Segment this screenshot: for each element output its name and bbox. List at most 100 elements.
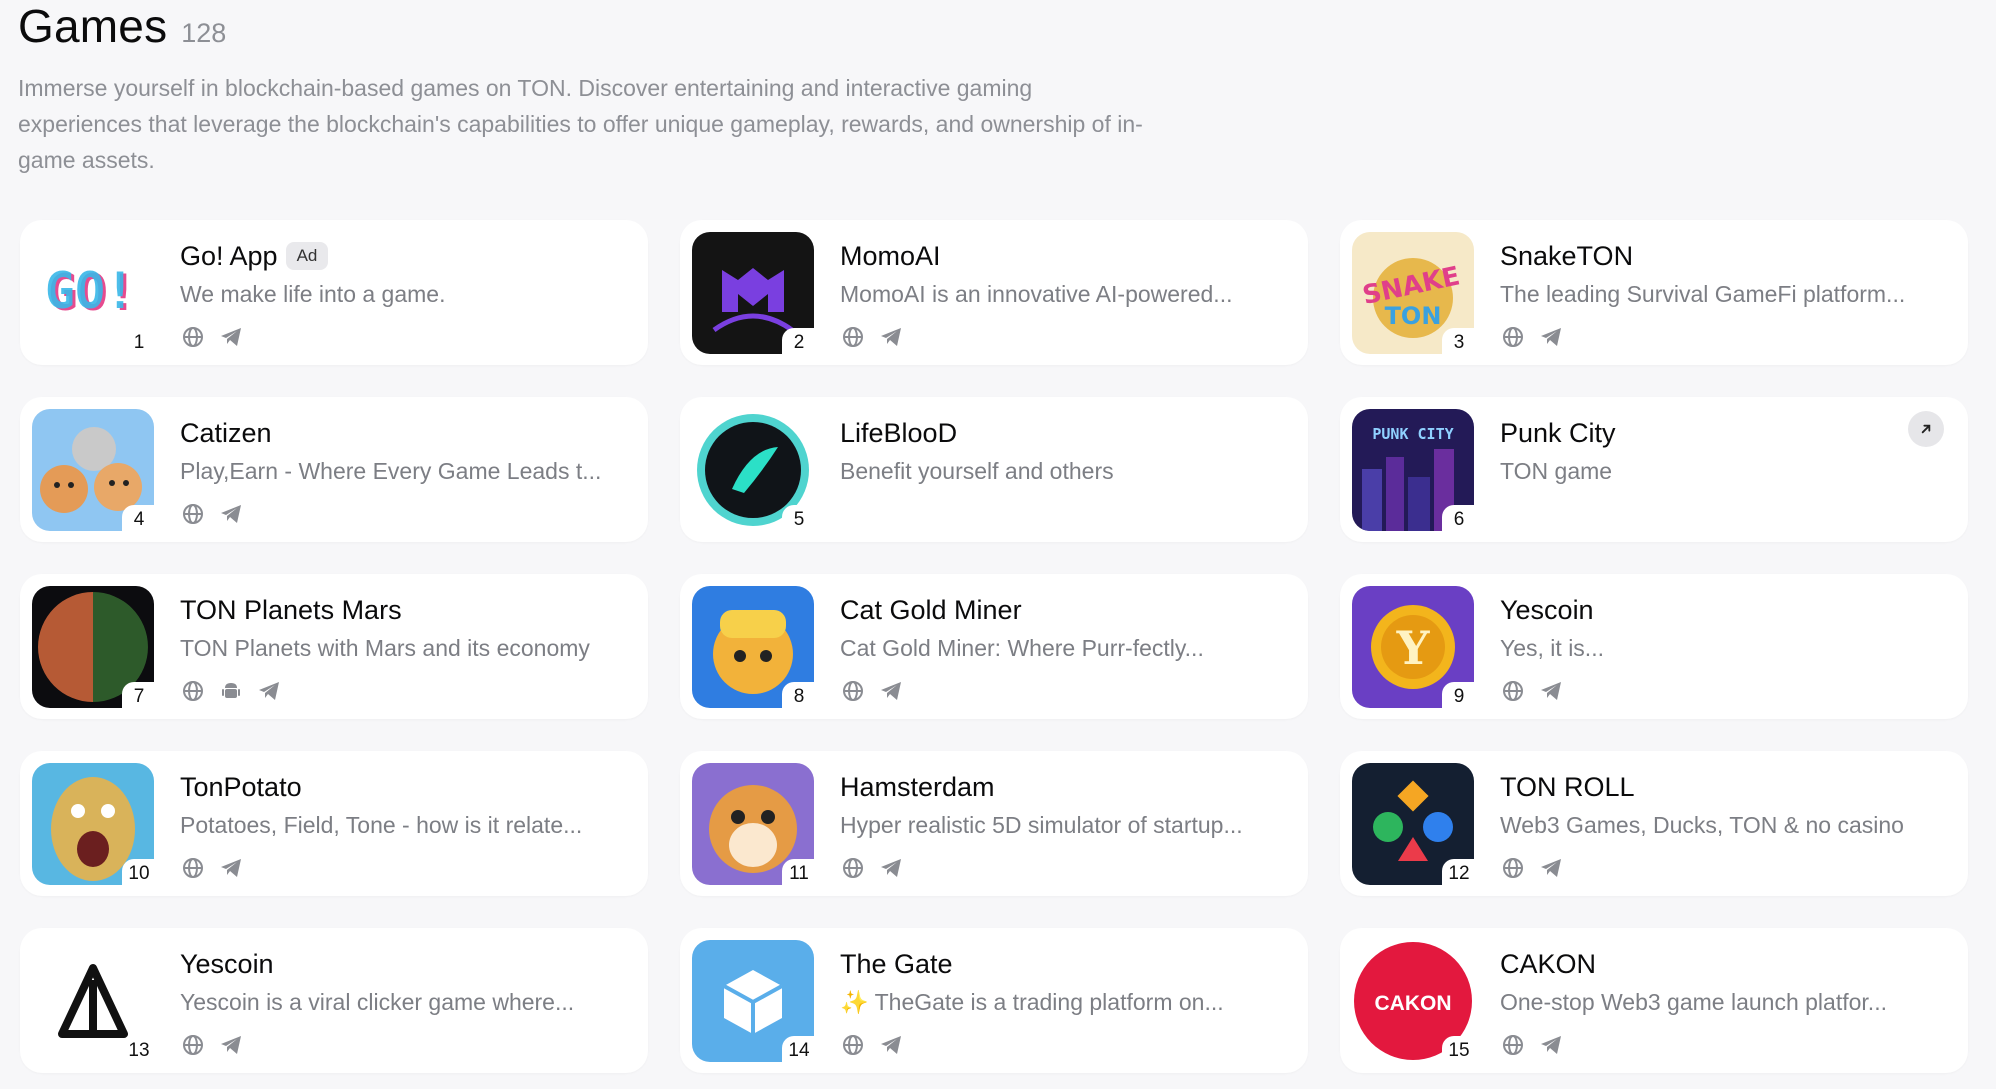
app-card[interactable]: 2 MomoAI MomoAI is an innovative AI-powe… [680,220,1308,365]
app-icon-wrap: Y 9 [1352,586,1476,710]
app-description: We make life into a game. [180,281,446,307]
svg-text:GO!: GO! [45,262,135,320]
app-links [1500,855,1564,881]
rank-badge: 10 [122,859,156,887]
app-name-row: Yescoin [180,944,274,984]
app-icon-wrap: 5 [692,409,816,533]
app-card[interactable]: 8 Cat Gold Miner Cat Gold Miner: Where P… [680,574,1308,719]
app-name: Cat Gold Miner [840,594,1022,625]
app-links [840,678,904,704]
app-links [1500,678,1564,704]
globe-icon[interactable] [840,324,866,350]
app-card[interactable]: 11 Hamsterdam Hyper realistic 5D simulat… [680,751,1308,896]
app-name: SnakeTON [1500,240,1634,271]
android-icon[interactable] [218,678,244,704]
apps-grid: GO! GO! 1 Go! App Ad We make life into a… [20,220,1968,1073]
app-card[interactable]: PUNK CITY 6 Punk City TON game [1340,397,1968,542]
app-links [180,501,244,527]
app-name-row: Cat Gold Miner [840,590,1022,630]
rank-badge: 4 [122,505,156,533]
rank-badge: 2 [782,328,816,356]
app-icon-wrap: SNAKE TON 3 [1352,232,1476,356]
app-card[interactable]: 4 Catizen Play,Earn - Where Every Game L… [20,397,648,542]
games-page: Games 128 Immerse yourself in blockchain… [0,0,1996,1089]
app-links [180,1032,244,1058]
globe-icon[interactable] [180,501,206,527]
app-description: Play,Earn - Where Every Game Leads t... [180,458,602,484]
telegram-icon[interactable] [878,1032,904,1058]
app-name: Yescoin [180,948,274,979]
app-icon-wrap: 4 [32,409,156,533]
app-name: TON Planets Mars [180,594,402,625]
app-card[interactable]: 10 TonPotato Potatoes, Field, Tone - how… [20,751,648,896]
app-card[interactable]: 13 Yescoin Yescoin is a viral clicker ga… [20,928,648,1073]
telegram-icon[interactable] [256,678,282,704]
app-card[interactable]: Y 9 Yescoin Yes, it is... [1340,574,1968,719]
app-links [840,1032,904,1058]
rank-badge: 14 [782,1036,816,1064]
app-card[interactable]: 14 The Gate ✨ TheGate is a trading platf… [680,928,1308,1073]
app-name: Catizen [180,417,272,448]
telegram-icon[interactable] [218,324,244,350]
app-links [180,324,244,350]
globe-icon[interactable] [180,1032,206,1058]
globe-icon[interactable] [1500,324,1526,350]
globe-icon[interactable] [840,1032,866,1058]
app-name-row: TonPotato [180,767,302,807]
telegram-icon[interactable] [1538,1032,1564,1058]
globe-icon[interactable] [1500,1032,1526,1058]
telegram-icon[interactable] [878,324,904,350]
title-row: Games 128 [18,0,1198,52]
telegram-icon[interactable] [878,678,904,704]
globe-icon[interactable] [1500,678,1526,704]
telegram-icon[interactable] [878,855,904,881]
svg-text:PUNK CITY: PUNK CITY [1372,425,1453,443]
rank-badge: 6 [1442,505,1476,533]
app-icon-wrap: 14 [692,940,816,1064]
globe-icon[interactable] [840,678,866,704]
app-card[interactable]: 5 LifeBlooD Benefit yourself and others [680,397,1308,542]
app-icon-wrap: 8 [692,586,816,710]
app-icon-wrap: PUNK CITY 6 [1352,409,1476,533]
telegram-icon[interactable] [218,501,244,527]
page-title: Games [18,0,168,52]
app-name: Hamsterdam [840,771,995,802]
app-icon-wrap: GO! GO! 1 [32,232,156,356]
app-name-row: MomoAI [840,236,941,276]
app-icon-wrap: 12 [1352,763,1476,887]
telegram-icon[interactable] [1538,324,1564,350]
app-icon-wrap: 10 [32,763,156,887]
globe-icon[interactable] [180,855,206,881]
app-icon-wrap: 2 [692,232,816,356]
rank-badge: 11 [782,859,816,887]
telegram-icon[interactable] [1538,855,1564,881]
app-card[interactable]: GO! GO! 1 Go! App Ad We make life into a… [20,220,648,365]
globe-icon[interactable] [1500,855,1526,881]
app-name-row: LifeBlooD [840,413,957,453]
telegram-icon[interactable] [1538,678,1564,704]
app-name: The Gate [840,948,953,979]
app-name: CAKON [1500,948,1597,979]
telegram-icon[interactable] [218,1032,244,1058]
app-description: Benefit yourself and others [840,458,1114,484]
app-card[interactable]: 12 TON ROLL Web3 Games, Ducks, TON & no … [1340,751,1968,896]
app-name-row: Go! App Ad [180,236,329,276]
app-card[interactable]: CAKON 15 CAKON One-stop Web3 game launch… [1340,928,1968,1073]
globe-icon[interactable] [840,855,866,881]
rank-badge: 7 [122,682,156,710]
app-card[interactable]: 7 TON Planets Mars TON Planets with Mars… [20,574,648,719]
app-links [180,855,244,881]
globe-icon[interactable] [180,678,206,704]
globe-icon[interactable] [180,324,206,350]
app-name-row: SnakeTON [1500,236,1633,276]
app-description: Potatoes, Field, Tone - how is it relate… [180,812,583,838]
app-card[interactable]: SNAKE TON 3 SnakeTON The leading Surviva… [1340,220,1968,365]
app-name: LifeBlooD [840,417,958,448]
app-description: Cat Gold Miner: Where Purr-fectly... [840,635,1204,661]
app-name-row: Yescoin [1500,590,1594,630]
external-link-icon[interactable] [1908,411,1944,447]
app-name-row: CAKON [1500,944,1596,984]
app-links [840,855,904,881]
telegram-icon[interactable] [218,855,244,881]
app-name-row: The Gate [840,944,953,984]
